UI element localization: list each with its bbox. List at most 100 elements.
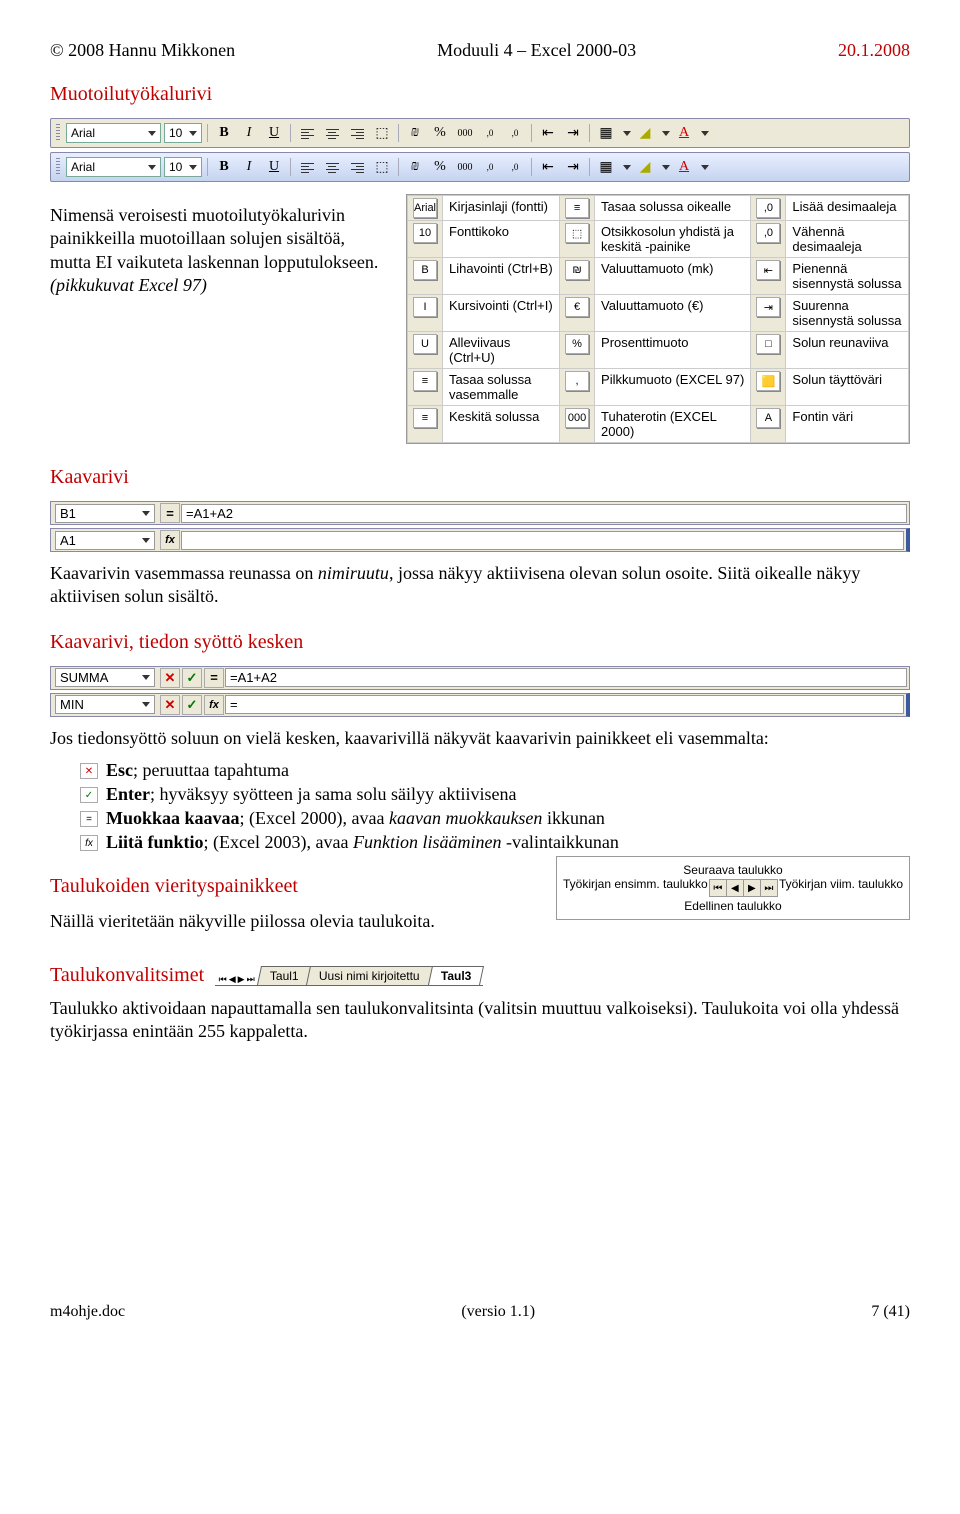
- increase-decimal-icon[interactable]: ,0: [479, 122, 501, 144]
- header-right: 20.1.2008: [838, 40, 910, 61]
- fill-color-icon[interactable]: ◢: [634, 122, 656, 144]
- bold-button[interactable]: B: [213, 122, 235, 144]
- fill-dropdown[interactable]: [662, 131, 670, 136]
- sheet-tab-2[interactable]: Uusi nimi kirjoitettu: [306, 966, 433, 985]
- esc-icon: ✕: [80, 763, 98, 779]
- border-dropdown[interactable]: [623, 165, 631, 170]
- formula-bar-min: MIN ✕ ✓ fx =: [50, 693, 910, 717]
- sheet-scroll-mini[interactable]: ⏮◀▶⏭: [215, 974, 260, 985]
- footer-right: 7 (41): [871, 1303, 910, 1321]
- italic-button[interactable]: I: [238, 156, 260, 178]
- header-left: © 2008 Hannu Mikkonen: [50, 40, 235, 61]
- underline-button[interactable]: U: [263, 156, 285, 178]
- name-box[interactable]: SUMMA: [55, 668, 155, 687]
- section3-intro: Jos tiedonsyöttö soluun on vielä kesken,…: [50, 727, 910, 750]
- formula-bar-summa: SUMMA ✕ ✓ = =A1+A2: [50, 666, 910, 690]
- formula-input[interactable]: =A1+A2: [225, 668, 907, 687]
- cancel-button[interactable]: ✕: [160, 695, 180, 715]
- increase-indent-icon[interactable]: ⇥: [562, 156, 584, 178]
- percent-icon[interactable]: %: [429, 156, 451, 178]
- heading-kaavarivi: Kaavarivi: [50, 466, 910, 489]
- name-box[interactable]: A1: [55, 531, 155, 550]
- font-name-box[interactable]: Arial: [66, 157, 161, 177]
- table-row: ≡Tasaa solussa vasemmalle,Pilkkumuoto (E…: [408, 369, 909, 406]
- sheet-tabs: ⏮◀▶⏭ Taul1 Uusi nimi kirjoitettu Taul3: [215, 966, 483, 986]
- enter-icon: ✓: [80, 787, 98, 803]
- decrease-indent-icon[interactable]: ⇤: [537, 156, 559, 178]
- formula-bar-a1: A1 fx: [50, 528, 910, 552]
- fontcolor-dropdown[interactable]: [701, 131, 709, 136]
- decrease-indent-icon[interactable]: ⇤: [537, 122, 559, 144]
- increase-decimal-icon[interactable]: ,0: [479, 156, 501, 178]
- percent-icon[interactable]: %: [429, 122, 451, 144]
- prev-sheet-icon: ◀: [727, 880, 744, 896]
- fx-button[interactable]: fx: [204, 695, 224, 715]
- table-row: BLihavointi (Ctrl+B)₪Valuuttamuoto (mk)⇤…: [408, 258, 909, 295]
- sheet-tab-1[interactable]: Taul1: [257, 966, 312, 985]
- align-left-icon[interactable]: [296, 122, 318, 144]
- formula-input[interactable]: =: [225, 695, 904, 714]
- heading-kaavarivi-kesken: Kaavarivi, tiedon syöttö kesken: [50, 631, 910, 654]
- enter-button[interactable]: ✓: [182, 668, 202, 688]
- toolbar-grip[interactable]: [56, 124, 60, 142]
- table-row: IKursivointi (Ctrl+I)€Valuuttamuoto (€)⇥…: [408, 295, 909, 332]
- cancel-button[interactable]: ✕: [160, 668, 180, 688]
- sheet-scroll-buttons[interactable]: ⏮◀▶⏭: [709, 879, 778, 897]
- font-name-box[interactable]: Arial: [66, 123, 161, 143]
- italic-button[interactable]: I: [238, 122, 260, 144]
- icon-reference-table: ArialKirjasinlaji (fontti)≡Tasaa solussa…: [406, 194, 910, 444]
- currency-icon[interactable]: ₪: [404, 122, 426, 144]
- page-footer: m4ohje.doc (versio 1.1) 7 (41): [50, 1303, 910, 1321]
- name-box[interactable]: B1: [55, 504, 155, 523]
- font-size-box[interactable]: 10: [164, 157, 202, 177]
- bullet-enter: ✓ Enter; hyväksyy syötteen ja sama solu …: [80, 784, 910, 805]
- edit-formula-button[interactable]: =: [204, 668, 224, 688]
- border-icon[interactable]: ▦: [595, 156, 617, 178]
- fontcolor-dropdown[interactable]: [701, 165, 709, 170]
- border-icon[interactable]: ▦: [595, 122, 617, 144]
- sheet-tab-3[interactable]: Taul3: [428, 966, 484, 985]
- merge-center-icon[interactable]: ⬚: [371, 122, 393, 144]
- align-left-icon[interactable]: [296, 156, 318, 178]
- align-center-icon[interactable]: [321, 122, 343, 144]
- decrease-decimal-icon[interactable]: ,0: [504, 122, 526, 144]
- fx-icon: fx: [80, 835, 98, 851]
- enter-button[interactable]: ✓: [182, 695, 202, 715]
- bullet-esc: ✕ Esc; peruuttaa tapahtuma: [80, 760, 910, 781]
- footer-center: (versio 1.1): [461, 1303, 535, 1321]
- font-color-icon[interactable]: A: [673, 156, 695, 178]
- font-size-box[interactable]: 10: [164, 123, 202, 143]
- heading-taulukonvalitsimet: Taulukonvalitsimet: [50, 964, 204, 986]
- formula-input[interactable]: =A1+A2: [181, 504, 907, 523]
- section1-paragraph: Nimensä veroisesti muotoilutyökalurivin …: [50, 204, 390, 298]
- fx-button[interactable]: fx: [160, 530, 180, 550]
- underline-button[interactable]: U: [263, 122, 285, 144]
- next-sheet-icon: ▶: [744, 880, 761, 896]
- fill-dropdown[interactable]: [662, 165, 670, 170]
- table-row: 10Fonttikoko⬚Otsikkosolun yhdistä ja kes…: [408, 221, 909, 258]
- formula-input[interactable]: [181, 531, 904, 550]
- border-dropdown[interactable]: [623, 131, 631, 136]
- toolbar-grip[interactable]: [56, 158, 60, 176]
- increase-indent-icon[interactable]: ⇥: [562, 122, 584, 144]
- name-box[interactable]: MIN: [55, 695, 155, 714]
- fill-color-icon[interactable]: ◢: [634, 156, 656, 178]
- last-sheet-icon: ⏭: [761, 880, 777, 896]
- section5-paragraph: Taulukko aktivoidaan napauttamalla sen t…: [50, 997, 910, 1044]
- currency-icon[interactable]: ₪: [404, 156, 426, 178]
- thousands-icon[interactable]: 000: [454, 122, 476, 144]
- decrease-decimal-icon[interactable]: ,0: [504, 156, 526, 178]
- diag-bottom: Edellinen taulukko: [563, 899, 903, 913]
- table-row: ArialKirjasinlaji (fontti)≡Tasaa solussa…: [408, 196, 909, 221]
- first-sheet-icon: ⏮: [710, 880, 727, 896]
- page-header: © 2008 Hannu Mikkonen Moduuli 4 – Excel …: [50, 40, 910, 61]
- align-right-icon[interactable]: [346, 156, 368, 178]
- footer-left: m4ohje.doc: [50, 1303, 125, 1321]
- bold-button[interactable]: B: [213, 156, 235, 178]
- edit-formula-button[interactable]: =: [160, 503, 180, 523]
- align-center-icon[interactable]: [321, 156, 343, 178]
- merge-center-icon[interactable]: ⬚: [371, 156, 393, 178]
- thousands-icon[interactable]: 000: [454, 156, 476, 178]
- align-right-icon[interactable]: [346, 122, 368, 144]
- font-color-icon[interactable]: A: [673, 122, 695, 144]
